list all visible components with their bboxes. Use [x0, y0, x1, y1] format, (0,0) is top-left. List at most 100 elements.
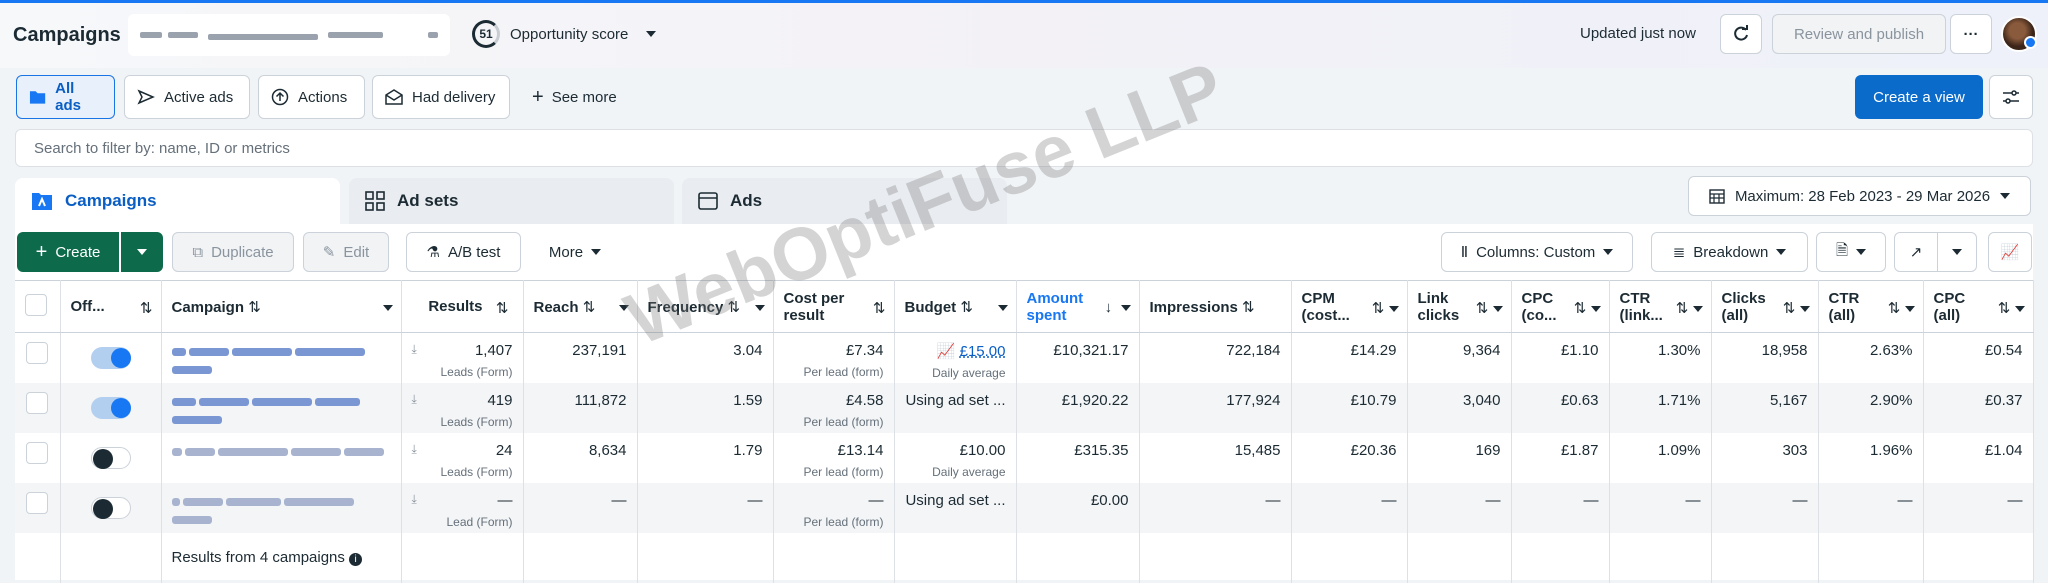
row-checkbox[interactable] [26, 441, 49, 464]
sort-icon[interactable]: ⇅ [1476, 299, 1503, 317]
tab-ads-label: Ads [730, 191, 763, 210]
header-cpm[interactable]: CPM (cost... ⇅ [1291, 280, 1408, 333]
table-header-row: Off... ⇅ Campaign ⇅ Results ⇅ Reach ⇅ Freq… [15, 280, 2034, 333]
campaign-toggle[interactable] [90, 347, 131, 369]
sort-icon[interactable]: ⇅ [1372, 299, 1399, 317]
opportunity-score[interactable]: 51 Opportunity score [472, 20, 657, 48]
header-campaign[interactable]: Campaign ⇅ [161, 280, 402, 333]
sort-icon[interactable]: ⇅ [1574, 299, 1601, 317]
folder-icon [29, 91, 46, 104]
create-dropdown-button[interactable] [121, 232, 163, 272]
edit-button[interactable]: ✎ Edit [303, 232, 389, 272]
sort-icon[interactable]: ⇅ [248, 299, 261, 316]
campaign-name[interactable] [161, 482, 402, 533]
see-more-button[interactable]: + See more [532, 86, 617, 109]
link-clicks-value: 3,040 [1407, 382, 1512, 433]
campaign-name[interactable] [161, 332, 402, 383]
search-input[interactable]: Search to filter by: name, ID or metrics [15, 129, 2033, 167]
header-amount-spent[interactable]: Amount spent ↓ [1016, 280, 1140, 333]
clicks-all-value: 5,167 [1711, 382, 1819, 433]
campaign-toggle[interactable] [90, 396, 131, 419]
sort-icon[interactable]: ⇅ [1888, 299, 1915, 317]
campaign-name[interactable] [161, 382, 402, 433]
header-ctr-all[interactable]: CTR (all) ⇅ [1818, 280, 1924, 333]
charts-button[interactable]: 📈 [1988, 232, 2032, 272]
sort-icon[interactable]: ⇅ [583, 299, 596, 316]
info-icon[interactable]: i [349, 553, 363, 566]
header-link-clicks[interactable]: Link clicks ⇅ [1407, 280, 1512, 333]
filter-active-ads[interactable]: Active ads [124, 75, 250, 119]
chevron-down-icon[interactable] [997, 299, 1008, 316]
header-ctr-link[interactable]: CTR (link... ⇅ [1609, 280, 1712, 333]
ab-test-button[interactable]: ⚗ A/B test [406, 232, 521, 272]
sort-icon[interactable]: ⇅ [1998, 299, 2025, 317]
header-cost-per-result[interactable]: Cost per result ⇅ [773, 280, 895, 333]
header-frequency[interactable]: Frequency ⇅ [637, 280, 774, 333]
breakdown-button[interactable]: ≣ Breakdown [1651, 232, 1808, 272]
table-row[interactable]: ⤓ — Lead (Form) — — — Per lead (form) Using ad … [15, 482, 2034, 533]
columns-button[interactable]: Ⅱ Columns: Custom [1441, 232, 1633, 272]
export-button[interactable]: ↗ [1894, 232, 1938, 272]
ad-window-icon [698, 192, 718, 210]
header-off-on[interactable]: Off... ⇅ [60, 280, 162, 333]
create-view-button[interactable]: Create a view [1855, 75, 1983, 119]
tab-ad-sets[interactable]: Ad sets [349, 178, 674, 224]
sort-icon[interactable]: ⇅ [1783, 299, 1810, 317]
header-ctr-link-line1: CTR [1619, 289, 1651, 307]
duplicate-button[interactable]: ⧉ Duplicate [172, 232, 294, 272]
chevron-down-icon[interactable] [618, 299, 629, 316]
table-row[interactable]: ⤓ 1,407 Leads (Form) 237,191 3.04 £7.34 Per le… [15, 332, 2034, 383]
sort-desc-icon[interactable]: ↓ [1105, 299, 1131, 316]
reports-button[interactable]: 🗎 [1816, 232, 1886, 272]
header-reach[interactable]: Reach ⇅ [523, 280, 638, 333]
campaign-toggle[interactable] [90, 496, 131, 519]
updated-status: Updated just now [1580, 25, 1696, 42]
header-ctr-all-line1: CTR [1828, 289, 1860, 307]
sort-icon[interactable]: ⇅ [873, 299, 886, 317]
header-impressions[interactable]: Impressions ⇅ [1139, 280, 1292, 333]
row-checkbox[interactable] [26, 391, 49, 414]
duplicate-label: Duplicate [211, 243, 274, 261]
results-type: Leads (Form) [440, 414, 513, 429]
table-row[interactable]: ⤓ 24 Leads (Form) 8,634 1.79 £13.14 Per lead (… [15, 432, 2034, 483]
filter-actions[interactable]: Actions [258, 75, 365, 119]
export-dropdown-button[interactable] [1937, 232, 1977, 272]
row-checkbox[interactable] [26, 491, 49, 514]
create-button[interactable]: + Create [17, 232, 119, 272]
campaign-toggle[interactable] [90, 446, 131, 469]
pencil-icon: ✎ [322, 244, 336, 261]
row-checkbox[interactable] [26, 342, 49, 364]
sort-icon[interactable]: ⇅ [496, 299, 509, 317]
filter-had-delivery[interactable]: Had delivery [372, 75, 510, 119]
date-range-picker[interactable]: Maximum: 28 Feb 2023 - 29 Mar 2026 [1688, 176, 2031, 216]
more-button[interactable]: More [530, 232, 620, 272]
tab-campaigns[interactable]: Campaigns [15, 178, 340, 224]
header-cpc-all-line1: CPC [1933, 289, 1966, 307]
review-and-publish-button[interactable]: Review and publish [1772, 14, 1946, 54]
header-link-clicks-line1: Link [1417, 289, 1449, 307]
sort-icon[interactable]: ⇅ [1676, 299, 1703, 317]
budget-value[interactable]: £15.00 [960, 343, 1006, 360]
sort-icon[interactable]: ⇅ [728, 299, 741, 316]
sort-icon[interactable]: ⇅ [960, 299, 973, 316]
header-clicks-all[interactable]: Clicks (all) ⇅ [1711, 280, 1819, 333]
filter-settings-button[interactable] [1989, 75, 2033, 119]
table-row[interactable]: ⤓ 419 Leads (Form) 111,872 1.59 £4.58 Per lead… [15, 382, 2034, 433]
header-cpc-all[interactable]: CPC (all) ⇅ [1923, 280, 2034, 333]
chevron-down-icon[interactable] [382, 299, 393, 316]
campaign-name[interactable] [161, 432, 402, 483]
header-results[interactable]: Results ⇅ [401, 280, 524, 333]
filter-all-ads[interactable]: All ads [16, 75, 115, 119]
select-all-header[interactable] [15, 280, 61, 333]
results-type: Leads (Form) [440, 464, 513, 479]
sort-icon[interactable]: ⇅ [1242, 299, 1255, 316]
chevron-down-icon[interactable] [754, 299, 765, 316]
header-budget[interactable]: Budget ⇅ [894, 280, 1017, 333]
sort-icon[interactable]: ⇅ [140, 299, 153, 317]
tab-ads[interactable]: Ads [682, 178, 1007, 224]
header-cpc[interactable]: CPC (co... ⇅ [1511, 280, 1610, 333]
account-selector[interactable] [128, 14, 450, 56]
more-options-button[interactable]: ··· [1950, 14, 1992, 54]
select-all-checkbox[interactable] [25, 293, 47, 316]
refresh-button[interactable] [1720, 14, 1762, 54]
